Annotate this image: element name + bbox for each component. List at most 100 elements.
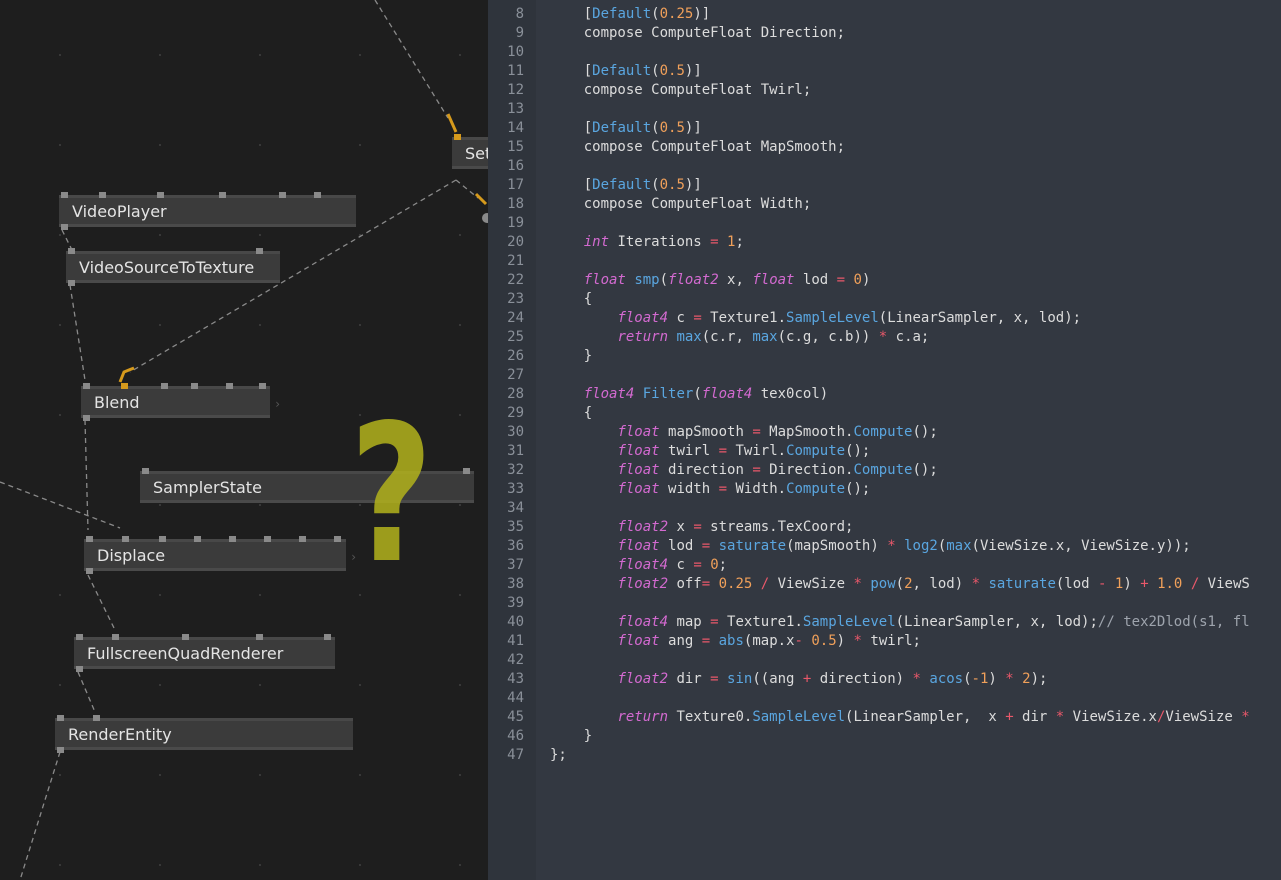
code-line[interactable]: 15 compose ComputeFloat MapSmooth; xyxy=(488,139,1281,158)
line-number: 13 xyxy=(507,101,524,117)
question-mark-annotation: ? xyxy=(350,384,433,605)
active-link xyxy=(446,113,458,133)
code-line[interactable]: 16 xyxy=(488,158,1281,177)
code-token: )] xyxy=(684,120,702,136)
code-token: ( xyxy=(659,272,669,288)
code-token: ViewSize xyxy=(1165,709,1242,725)
code-line[interactable]: 35 float2 x = streams.TexCoord; xyxy=(488,519,1281,538)
code-line[interactable]: 36 float lod = saturate(mapSmooth) * log… xyxy=(488,538,1281,557)
code-line[interactable]: 46 } xyxy=(488,728,1281,747)
code-line[interactable]: 11 [Default(0.5)] xyxy=(488,63,1281,82)
code-line[interactable]: 9 compose ComputeFloat Direction; xyxy=(488,25,1281,44)
code-token: float4 xyxy=(701,386,753,402)
code-token: Texture1. xyxy=(701,310,787,326)
node-label: VideoPlayer xyxy=(72,202,167,221)
code-token: Twirl. xyxy=(727,443,787,459)
code-line[interactable]: 32 float direction = Direction.Compute()… xyxy=(488,462,1281,481)
code-text: compose ComputeFloat Direction; xyxy=(550,25,845,41)
node-blend[interactable]: Blend › xyxy=(81,383,280,421)
code-text: compose ComputeFloat Width; xyxy=(550,196,812,212)
code-line[interactable]: 39 xyxy=(488,595,1281,614)
node-renderentity[interactable]: RenderEntity xyxy=(55,715,353,753)
node-set[interactable]: Set xyxy=(452,134,488,169)
code-line[interactable]: 34 xyxy=(488,500,1281,519)
code-line[interactable]: 19 xyxy=(488,215,1281,234)
code-text: float4 Filter(float4 tex0col) xyxy=(550,386,828,402)
patch-editor[interactable]: Set VideoPlayer VideoSourceToTexture Ble… xyxy=(0,0,488,880)
code-line[interactable]: 37 float4 c = 0; xyxy=(488,557,1281,576)
code-line[interactable]: 41 float ang = abs(map.x- 0.5) * twirl; xyxy=(488,633,1281,652)
code-text: float mapSmooth = MapSmooth.Compute(); xyxy=(550,424,937,440)
node-fullscreenquadrenderer[interactable]: FullscreenQuadRenderer xyxy=(74,634,335,672)
code-line[interactable]: 17 [Default(0.5)] xyxy=(488,177,1281,196)
code-token: 0.25 xyxy=(718,576,753,592)
line-number: 22 xyxy=(507,272,524,288)
code-token: / xyxy=(760,576,770,592)
link xyxy=(61,229,73,251)
code-line[interactable]: 18 compose ComputeFloat Width; xyxy=(488,196,1281,215)
code-token: 0.5 xyxy=(659,177,685,193)
code-line[interactable]: 38 float2 off= 0.25 / ViewSize * pow(2, … xyxy=(488,576,1281,595)
code-token: float xyxy=(617,481,660,497)
code-line[interactable]: 23 { xyxy=(488,291,1281,310)
code-line[interactable]: 14 [Default(0.5)] xyxy=(488,120,1281,139)
code-line[interactable]: 44 xyxy=(488,690,1281,709)
code-line[interactable]: 31 float twirl = Twirl.Compute(); xyxy=(488,443,1281,462)
code-token: sin xyxy=(727,671,753,687)
code-token: )] xyxy=(693,6,711,22)
code-token: [ xyxy=(550,6,593,22)
code-token: float xyxy=(583,272,626,288)
code-line[interactable]: 27 xyxy=(488,367,1281,386)
code-line[interactable]: 28 float4 Filter(float4 tex0col) xyxy=(488,386,1281,405)
code-text: return max(c.r, max(c.g, c.b)) * c.a; xyxy=(550,329,929,345)
node-videosourcetotexture[interactable]: VideoSourceToTexture xyxy=(66,248,280,286)
code-line[interactable]: 22 float smp(float2 x, float lod = 0) xyxy=(488,272,1281,291)
code-line[interactable]: 12 compose ComputeFloat Twirl; xyxy=(488,82,1281,101)
code-line[interactable]: 30 float mapSmooth = MapSmooth.Compute()… xyxy=(488,424,1281,443)
node-videoplayer[interactable]: VideoPlayer xyxy=(59,192,356,230)
code-line[interactable]: 8 [Default(0.25)] xyxy=(488,6,1281,25)
code-token: return xyxy=(617,329,669,345)
code-token: (); xyxy=(845,481,871,497)
code-line[interactable]: 25 return max(c.r, max(c.g, c.b)) * c.a; xyxy=(488,329,1281,348)
node-displace[interactable]: Displace › xyxy=(84,536,356,574)
line-number: 32 xyxy=(507,462,524,478)
code-line[interactable]: 13 xyxy=(488,101,1281,120)
code-line[interactable]: 26 } xyxy=(488,348,1281,367)
code-text: float width = Width.Compute(); xyxy=(550,481,870,497)
code-token: * xyxy=(853,633,862,649)
code-line[interactable]: 21 xyxy=(488,253,1281,272)
code-line[interactable]: 33 float width = Width.Compute(); xyxy=(488,481,1281,500)
code-token: (); xyxy=(845,443,871,459)
code-token: ( xyxy=(937,538,947,554)
code-text: }; xyxy=(550,747,567,763)
code-line[interactable]: 24 float4 c = Texture1.SampleLevel(Linea… xyxy=(488,310,1281,329)
code-editor[interactable]: 8 [Default(0.25)] 9 compose ComputeFloat … xyxy=(488,0,1281,880)
code-token: float2 xyxy=(668,272,719,288)
code-line[interactable]: 47}; xyxy=(488,747,1281,766)
code-line[interactable]: 29 { xyxy=(488,405,1281,424)
code-token: (LinearSampler, x xyxy=(845,709,1006,725)
line-number: 29 xyxy=(507,405,524,421)
code-line[interactable]: 43 float2 dir = sin((ang + direction) * … xyxy=(488,671,1281,690)
code-line[interactable]: 45 return Texture0.SampleLevel(LinearSam… xyxy=(488,709,1281,728)
node-label: Displace xyxy=(97,546,166,565)
code-line[interactable]: 10 xyxy=(488,44,1281,63)
code-token: = xyxy=(710,671,719,687)
code-line[interactable]: 20 int Iterations = 1; xyxy=(488,234,1281,253)
code-token: Default xyxy=(592,120,652,136)
code-line[interactable]: 40 float4 map = Texture1.SampleLevel(Lin… xyxy=(488,614,1281,633)
code-token: (LinearSampler, x, lod); xyxy=(895,614,1098,630)
code-token: direction xyxy=(659,462,753,478)
line-number: 21 xyxy=(507,253,524,269)
code-line[interactable]: 42 xyxy=(488,652,1281,671)
code-token: 0.5 xyxy=(811,633,837,649)
